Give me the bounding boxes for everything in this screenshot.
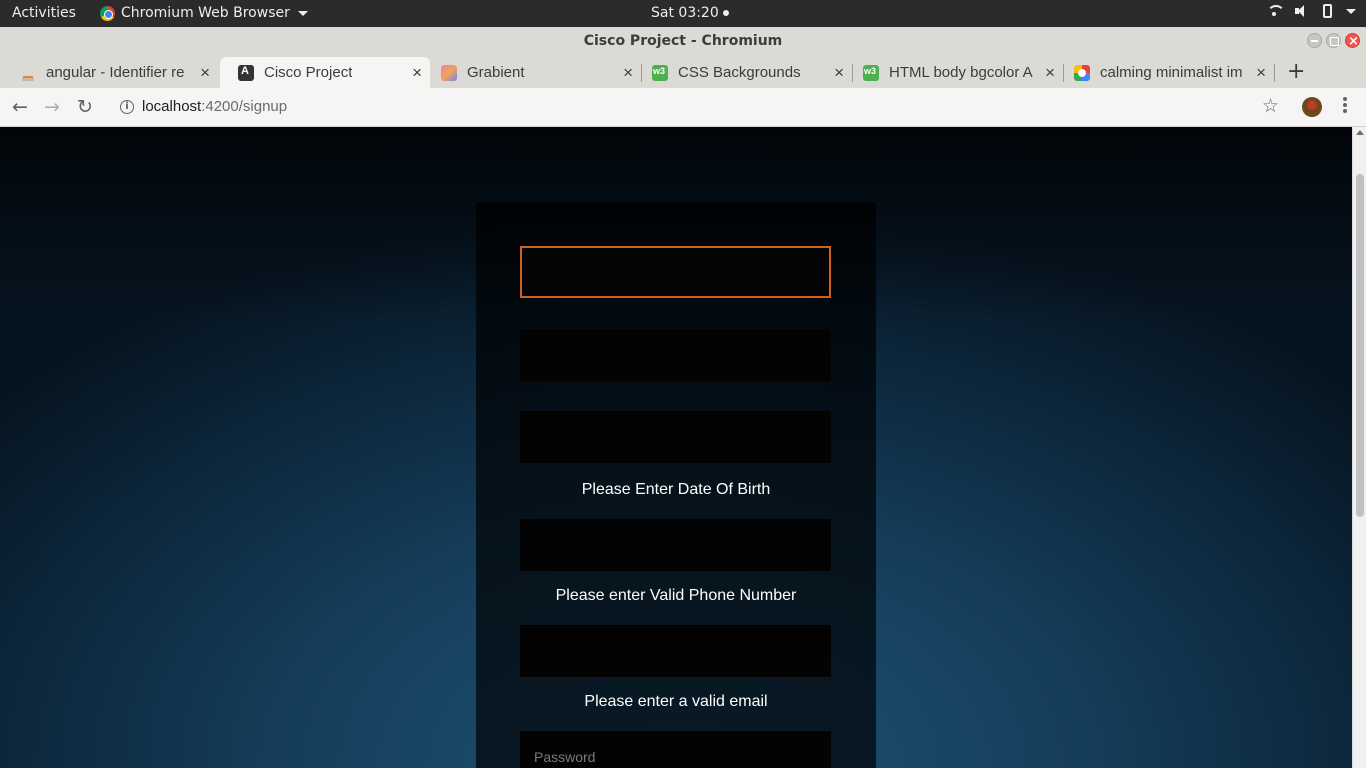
tab-grabient[interactable]: Grabient × [423, 57, 641, 88]
tab-title: Cisco Project [264, 64, 353, 81]
tab-css-backgrounds[interactable]: CSS Backgrounds × [634, 57, 852, 88]
grabient-icon [441, 64, 457, 81]
password-input[interactable]: Password [520, 731, 831, 768]
window-title: Cisco Project - Chromium [583, 33, 783, 49]
tab-title: calming minimalist im [1100, 64, 1243, 81]
minimize-button[interactable] [1307, 33, 1322, 48]
system-top-bar: Activities Chromium Web Browser Sat 03:2… [0, 0, 1366, 27]
menu-kebab-icon[interactable] [1343, 97, 1347, 115]
close-icon[interactable]: × [834, 63, 844, 83]
name-input[interactable] [520, 246, 831, 298]
app-menu-label: Chromium Web Browser [121, 5, 290, 21]
tab-cisco-project[interactable]: Cisco Project × [220, 57, 430, 88]
tab-separator [1274, 64, 1275, 82]
tab-strip: angular - Identifier re × Cisco Project … [0, 55, 1366, 88]
close-window-button[interactable] [1345, 28, 1360, 56]
tab-title: Grabient [467, 64, 525, 81]
close-icon[interactable]: × [623, 63, 633, 83]
tab-title: HTML body bgcolor A [889, 64, 1033, 81]
scrollbar-thumb[interactable] [1356, 174, 1364, 517]
dob-input[interactable] [520, 411, 831, 463]
activities-button[interactable]: Activities [12, 5, 76, 21]
browser-toolbar: ← → ↻ i localhost:4200/signup ☆ [0, 88, 1366, 127]
password-placeholder: Password [534, 749, 596, 765]
tab-title: angular - Identifier re [46, 64, 185, 81]
google-icon [1074, 64, 1090, 81]
address-bar[interactable]: localhost:4200/signup [142, 98, 287, 115]
tab-stackoverflow[interactable]: angular - Identifier re × [2, 57, 218, 88]
clock-label: Sat 03:20 [651, 5, 719, 21]
wifi-icon [1267, 5, 1285, 17]
url-host: localhost [142, 98, 202, 115]
new-tab-button[interactable]: + [1287, 59, 1305, 84]
close-icon[interactable]: × [200, 63, 210, 83]
scroll-up-icon[interactable] [1356, 130, 1364, 135]
phone-input[interactable] [520, 519, 831, 571]
battery-icon [1323, 4, 1332, 18]
stackoverflow-icon [20, 64, 36, 81]
close-icon[interactable]: × [1045, 63, 1055, 83]
tab-html-body-bgcolor[interactable]: HTML body bgcolor A × [845, 57, 1063, 88]
url-path: :4200/signup [201, 98, 288, 115]
maximize-button[interactable] [1326, 33, 1341, 48]
forward-button[interactable]: → [44, 96, 60, 118]
dob-error-text: Please Enter Date Of Birth [581, 481, 771, 498]
back-button[interactable]: ← [12, 96, 28, 118]
bookmark-star-icon[interactable]: ☆ [1262, 95, 1279, 117]
profile-avatar[interactable] [1302, 97, 1322, 117]
w3schools-icon [652, 64, 668, 81]
tab-title: CSS Backgrounds [678, 64, 801, 81]
volume-icon [1295, 5, 1309, 17]
tab-google-search[interactable]: calming minimalist im × [1056, 57, 1274, 88]
email-error-text: Please enter a valid email [584, 693, 768, 710]
angular-icon [238, 64, 254, 81]
signup-form-card: Please Enter Date Of Birth Please enter … [476, 202, 876, 768]
chevron-down-icon [297, 10, 308, 16]
chevron-down-icon [1346, 8, 1356, 14]
w3schools-icon [863, 64, 879, 81]
system-tray[interactable] [1267, 4, 1356, 18]
username-input[interactable] [520, 329, 831, 381]
notification-dot-icon [722, 10, 729, 16]
page-viewport: Please Enter Date Of Birth Please enter … [0, 127, 1366, 768]
phone-error-text: Please enter Valid Phone Number [555, 587, 797, 604]
window-controls [1307, 28, 1360, 56]
close-icon[interactable]: × [1256, 63, 1266, 83]
reload-button[interactable]: ↻ [77, 96, 93, 118]
window-title-bar: Cisco Project - Chromium [0, 27, 1366, 56]
page-scrollbar[interactable] [1352, 127, 1366, 768]
clock[interactable]: Sat 03:20 [651, 5, 729, 21]
app-menu[interactable]: Chromium Web Browser [100, 5, 308, 21]
chromium-icon [100, 5, 115, 21]
info-icon[interactable]: i [120, 100, 134, 114]
email-input[interactable] [520, 625, 831, 677]
close-icon[interactable]: × [412, 63, 422, 83]
